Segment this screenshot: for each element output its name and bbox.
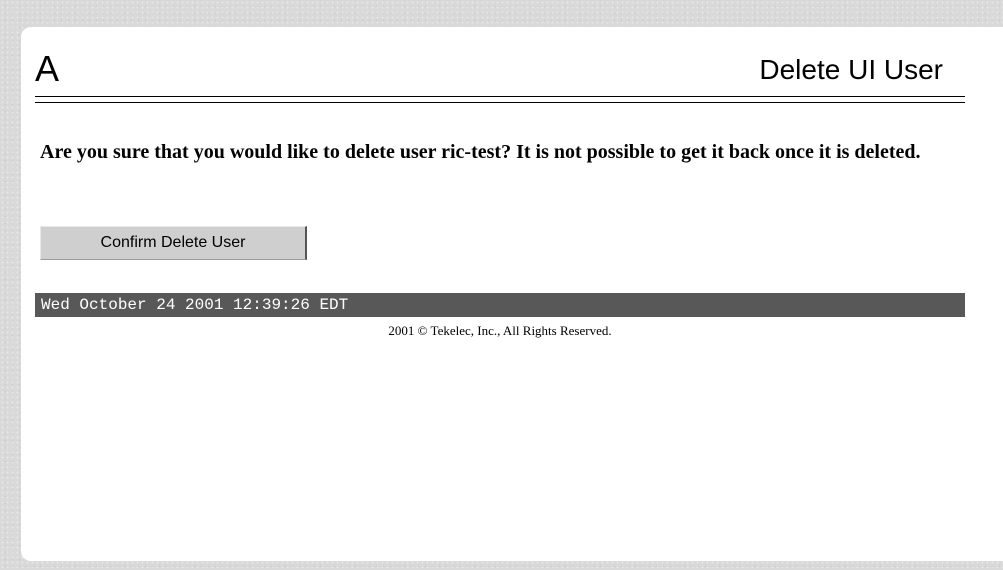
timestamp-text: Wed October 24 2001 12:39:26 EDT xyxy=(41,296,349,314)
page-title: Delete UI User xyxy=(759,54,943,85)
delete-confirmation-message: Are you sure that you would like to dele… xyxy=(40,141,921,163)
header-divider-top xyxy=(35,96,965,97)
confirm-delete-user-button[interactable]: Confirm Delete User xyxy=(40,226,307,260)
page-header: A Delete UI User xyxy=(35,47,965,95)
content-panel: A Delete UI User Are you sure that you w… xyxy=(21,27,1003,561)
timestamp-bar: Wed October 24 2001 12:39:26 EDT xyxy=(35,293,965,317)
header-divider-bottom xyxy=(35,102,965,103)
copyright-footer: 2001 © Tekelec, Inc., All Rights Reserve… xyxy=(388,323,612,338)
header-logo-letter: A xyxy=(35,48,60,89)
